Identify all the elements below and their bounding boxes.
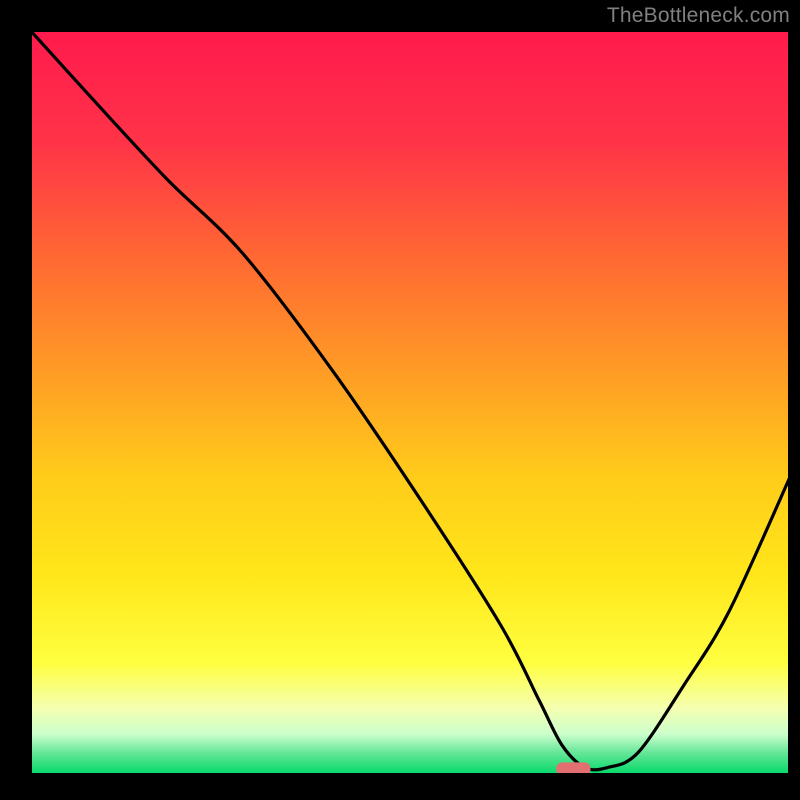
watermark-text: TheBottleneck.com [607, 4, 790, 28]
plot-background [30, 30, 790, 775]
bottleneck-chart [0, 0, 800, 800]
chart-container: TheBottleneck.com [0, 0, 800, 800]
